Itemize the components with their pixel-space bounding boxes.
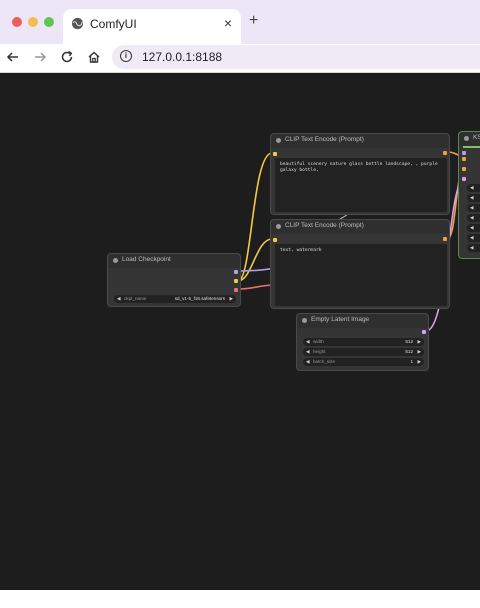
vae-output-slot[interactable]: [234, 288, 238, 292]
node-title: Empty Latent Image: [311, 316, 370, 323]
sampler-widget[interactable]: ◀: [467, 224, 480, 232]
new-tab-button[interactable]: +: [249, 13, 258, 29]
collapse-dot-icon[interactable]: [464, 136, 469, 141]
clip-input-slot[interactable]: [273, 238, 277, 242]
node-header[interactable]: KS: [459, 132, 480, 146]
left-arrow-icon[interactable]: ◀: [117, 295, 121, 303]
negative-input-slot[interactable]: [462, 167, 466, 171]
tab-close-icon[interactable]: ×: [224, 15, 232, 31]
prompt-textarea[interactable]: text, watermark: [275, 244, 447, 306]
minimize-window-button[interactable]: [28, 17, 38, 27]
close-window-button[interactable]: [12, 17, 22, 27]
node-header[interactable]: CLIP Text Encode (Prompt): [271, 134, 449, 148]
reload-icon[interactable]: [59, 49, 75, 65]
progress-bar: [463, 146, 480, 148]
collapse-dot-icon[interactable]: [113, 258, 118, 263]
site-info-icon[interactable]: i: [120, 50, 132, 62]
window-bottom-strip: [0, 590, 480, 608]
collapse-dot-icon[interactable]: [302, 318, 307, 323]
node-title: CLIP Text Encode (Prompt): [285, 136, 364, 143]
node-title: Load Checkpoint: [122, 256, 171, 263]
right-arrow-icon[interactable]: ▶: [417, 358, 421, 366]
empty-latent-image-node[interactable]: Empty Latent Image ◀ width 512 ▶ ◀ heigh…: [296, 313, 429, 371]
browser-tab[interactable]: ComfyUI ×: [63, 9, 241, 44]
url-text: 127.0.0.1:8188: [142, 50, 223, 64]
right-arrow-icon[interactable]: ▶: [417, 338, 421, 346]
clip-input-slot[interactable]: [273, 152, 277, 156]
maximize-window-button[interactable]: [44, 17, 54, 27]
forward-arrow-icon[interactable]: [32, 49, 48, 65]
node-header[interactable]: Load Checkpoint: [108, 254, 240, 268]
control-widget[interactable]: ◀: [467, 194, 480, 202]
collapse-dot-icon[interactable]: [276, 224, 281, 229]
globe-icon: [71, 17, 84, 30]
right-arrow-icon[interactable]: ▶: [229, 295, 233, 303]
address-bar[interactable]: i 127.0.0.1:8188: [112, 45, 480, 69]
conditioning-output-slot[interactable]: [443, 237, 447, 241]
latent-output-slot[interactable]: [422, 330, 426, 334]
height-widget[interactable]: ◀ height 512 ▶: [303, 348, 424, 356]
model-input-slot[interactable]: [462, 151, 466, 155]
node-canvas[interactable]: CLIP Text Encode (Prompt) beautiful scen…: [0, 73, 480, 590]
right-arrow-icon[interactable]: ▶: [417, 348, 421, 356]
left-arrow-icon[interactable]: ◀: [306, 358, 310, 366]
denoise-widget[interactable]: ◀: [467, 244, 480, 252]
width-widget[interactable]: ◀ width 512 ▶: [303, 338, 424, 346]
latent-input-slot[interactable]: [462, 177, 466, 181]
browser-toolbar: i 127.0.0.1:8188: [0, 44, 480, 73]
collapse-dot-icon[interactable]: [276, 138, 281, 143]
clip-wire-positive: [237, 152, 273, 282]
home-icon[interactable]: [86, 49, 102, 65]
conditioning-output-slot[interactable]: [443, 151, 447, 155]
batch-size-widget[interactable]: ◀ batch_size 1 ▶: [303, 358, 424, 366]
browser-titlebar: ComfyUI × +: [0, 0, 480, 44]
clip-output-slot[interactable]: [234, 279, 238, 283]
node-header[interactable]: CLIP Text Encode (Prompt): [271, 220, 449, 234]
load-checkpoint-node[interactable]: Load Checkpoint ◀ ckpt_name sd_v1-5_f16.…: [107, 253, 241, 307]
model-output-slot[interactable]: [234, 270, 238, 274]
steps-widget[interactable]: ◀: [467, 204, 480, 212]
back-arrow-icon[interactable]: [5, 49, 21, 65]
positive-input-slot[interactable]: [462, 157, 466, 161]
ckpt-name-combo[interactable]: ◀ ckpt_name sd_v1-5_f16.safetensors ▶: [114, 295, 236, 303]
ksampler-node[interactable]: KS ◀ ◀ ◀ ◀ ◀ ◀ ◀: [458, 131, 480, 259]
node-header[interactable]: Empty Latent Image: [297, 314, 428, 328]
prompt-textarea[interactable]: beautiful scenery nature glass bottle la…: [275, 158, 447, 212]
left-arrow-icon[interactable]: ◀: [306, 338, 310, 346]
clip-text-encode-positive-node[interactable]: CLIP Text Encode (Prompt) beautiful scen…: [270, 133, 450, 215]
cfg-widget[interactable]: ◀: [467, 214, 480, 222]
seed-widget[interactable]: ◀: [467, 184, 480, 192]
tab-title: ComfyUI: [90, 17, 137, 31]
node-title: CLIP Text Encode (Prompt): [285, 222, 364, 229]
left-arrow-icon[interactable]: ◀: [306, 348, 310, 356]
clip-text-encode-negative-node[interactable]: CLIP Text Encode (Prompt) text, watermar…: [270, 219, 450, 309]
scheduler-widget[interactable]: ◀: [467, 234, 480, 242]
node-title: KS: [473, 134, 480, 141]
